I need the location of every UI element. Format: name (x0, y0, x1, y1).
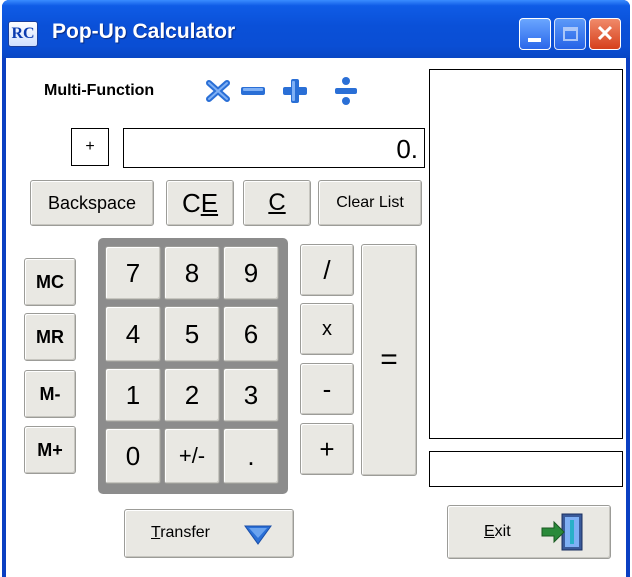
clear-entry-label: CE (181, 188, 219, 218)
digit-0-label: 0 (125, 441, 141, 471)
decimal-point-button[interactable]: . (223, 428, 279, 484)
m-plus-label: M+ (37, 440, 63, 460)
minus-icon[interactable] (240, 80, 266, 102)
digit-6-button[interactable]: 6 (223, 306, 279, 362)
transfer-label: Transfer (151, 524, 210, 541)
clear-entry-button[interactable]: CE (166, 180, 234, 226)
backspace-label: Backspace (47, 193, 137, 213)
clear-list-button[interactable]: Clear List (318, 180, 422, 226)
add-button[interactable]: + (300, 423, 354, 475)
plus-minus-label: +/- (178, 443, 206, 468)
sign-indicator: + (71, 128, 109, 166)
mc-label: MC (36, 272, 64, 292)
equals-button[interactable]: = (361, 244, 417, 476)
close-icon: ✕ (595, 21, 615, 46)
digit-7-label: 7 (125, 258, 141, 288)
digit-3-label: 3 (243, 380, 259, 410)
digit-1-button[interactable]: 1 (105, 368, 161, 422)
digit-9-button[interactable]: 9 (223, 246, 279, 300)
chevron-down-icon (244, 525, 272, 545)
app-icon: RC (8, 21, 38, 47)
digit-8-button[interactable]: 8 (164, 246, 220, 300)
digit-3-button[interactable]: 3 (223, 368, 279, 422)
digit-7-button[interactable]: 7 (105, 246, 161, 300)
maximize-icon (563, 27, 578, 41)
memory-add-button[interactable]: M+ (24, 426, 76, 474)
digit-6-label: 6 (243, 319, 259, 349)
clear-label: C (268, 189, 286, 216)
close-button[interactable]: ✕ (589, 18, 621, 50)
digit-4-label: 4 (125, 319, 141, 349)
clear-list-label: Clear List (336, 194, 404, 211)
digit-1-label: 1 (125, 380, 141, 410)
transfer-button[interactable]: Transfer (124, 509, 294, 558)
title-bar[interactable]: RC Pop-Up Calculator ✕ (2, 0, 630, 58)
multi-function-label: Multi-Function (44, 82, 155, 99)
memory-subtract-button[interactable]: M- (24, 370, 76, 418)
exit-door-icon (541, 513, 583, 551)
digit-5-button[interactable]: 5 (164, 306, 220, 362)
divide-label: / (323, 255, 331, 285)
multiply-label: x (322, 318, 332, 340)
history-entry-field[interactable] (429, 451, 623, 487)
clear-button[interactable]: C (243, 180, 311, 226)
subtract-label: - (322, 374, 332, 404)
digit-2-label: 2 (184, 380, 200, 410)
digit-0-button[interactable]: 0 (105, 428, 161, 484)
result-display: 0. (123, 128, 425, 168)
m-minus-label: M- (39, 384, 61, 404)
multiply-button[interactable]: x (300, 303, 354, 355)
window-title: Pop-Up Calculator (52, 20, 236, 43)
plus-icon[interactable] (282, 78, 308, 104)
minimize-icon (528, 38, 541, 42)
exit-label: Exit (484, 523, 511, 540)
subtract-button[interactable]: - (300, 363, 354, 415)
memory-recall-button[interactable]: MR (24, 313, 76, 361)
equals-label: = (380, 343, 398, 376)
decimal-point-label: . (247, 441, 255, 471)
digit-2-button[interactable]: 2 (164, 368, 220, 422)
backspace-button[interactable]: Backspace (30, 180, 154, 226)
history-list[interactable] (429, 69, 623, 439)
calculator-body: Multi-Function + 0. Backspace CE C Clear… (6, 58, 626, 577)
memory-clear-button[interactable]: MC (24, 258, 76, 306)
digit-5-label: 5 (184, 319, 200, 349)
digit-9-label: 9 (243, 258, 259, 288)
plus-minus-button[interactable]: +/- (164, 428, 220, 484)
add-label: + (319, 434, 335, 464)
mr-label: MR (36, 327, 64, 347)
digit-4-button[interactable]: 4 (105, 306, 161, 362)
exit-button[interactable]: Exit (447, 505, 611, 559)
divide-button[interactable]: / (300, 244, 354, 296)
calculator-window: RC Pop-Up Calculator ✕ Multi-Function + … (2, 0, 630, 577)
multiply-icon[interactable] (206, 80, 230, 102)
minimize-button[interactable] (519, 18, 551, 50)
digit-8-label: 8 (184, 258, 200, 288)
maximize-button[interactable] (554, 18, 586, 50)
divide-icon[interactable] (334, 76, 358, 106)
